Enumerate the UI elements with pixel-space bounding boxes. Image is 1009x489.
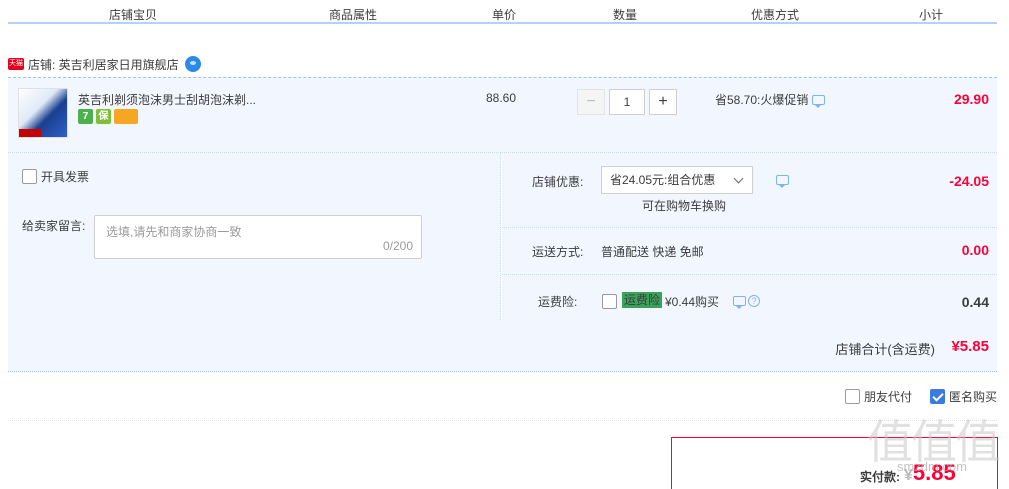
insurance-value: ¥0.44购买: [665, 295, 720, 309]
insurance-row: 运费险: 运费险 ¥0.44购买 ? 0.44: [502, 275, 997, 320]
insurance-tag: 运费险: [622, 292, 663, 308]
anonymous-checkbox[interactable]: [929, 389, 945, 404]
seller-message-counter: 0/200: [382, 239, 413, 253]
shop-name[interactable]: 店铺: 英吉利居家日用旗舰店: [28, 56, 179, 73]
credit-card-icon[interactable]: [114, 109, 138, 124]
pay-summary-box: 实付款: ¥5.85: [671, 437, 998, 489]
seller-message-input[interactable]: 选填,请先和商家协商一致 0/200: [94, 215, 422, 259]
shop-total-amount: ¥5.85: [951, 338, 989, 355]
quantity-input[interactable]: 1: [609, 89, 645, 115]
shop-discount-select[interactable]: 省24.05元:组合优惠: [601, 166, 753, 194]
item-promotion: 省58.70:火爆促销: [715, 91, 826, 108]
insurance-amount: 0.44: [961, 294, 989, 310]
friend-pay-option[interactable]: 朋友代付: [844, 388, 912, 405]
col-subtotal: 小计: [918, 8, 944, 22]
quantity-increase-button[interactable]: +: [649, 89, 677, 115]
shop-discount-label: 店铺优惠:: [532, 175, 584, 189]
order-options-left: 开具发票 给卖家留言: 选填,请先和商家协商一致 0/200: [8, 153, 501, 320]
payment-extras: 朋友代付 匿名购买: [844, 388, 997, 405]
shop-discount-selected: 省24.05元:组合优惠: [610, 173, 716, 187]
product-thumbnail[interactable]: [18, 88, 68, 138]
cart-item-row: 英吉利剃须泡沫男士刮胡泡沫剃... 7 保 88.60 − 1 + 省58.70…: [8, 77, 997, 153]
shop-discount-row: 店铺优惠: 省24.05元:组合优惠 可在购物车换购 -24.05: [502, 153, 997, 228]
anonymous-option[interactable]: 匿名购买: [929, 388, 997, 405]
cart-column-header: 店铺宝贝 商品属性 单价 数量 优惠方式 小计: [8, 0, 997, 24]
divider: [8, 420, 997, 421]
friend-pay-label: 朋友代付: [863, 390, 912, 404]
insurance-label: 运费险:: [538, 295, 578, 309]
help-icon[interactable]: ?: [748, 295, 760, 307]
item-promotion-text: 省58.70:火爆促销: [715, 93, 809, 107]
quantity-stepper: − 1 +: [577, 89, 677, 115]
insurance-comment-icon[interactable]: [733, 296, 746, 309]
col-unit-price: 单价: [491, 8, 517, 22]
shop-total-bar: 店铺合计(含运费) ¥5.85: [8, 320, 997, 372]
shop-discount-note[interactable]: 可在购物车换购: [642, 197, 726, 214]
col-attributes: 商品属性: [328, 8, 378, 22]
seven-day-return-icon[interactable]: 7: [78, 109, 93, 124]
unit-price: 88.60: [486, 91, 517, 105]
product-title[interactable]: 英吉利剃须泡沫男士刮胡泡沫剃...: [78, 91, 256, 108]
col-shop-item: 店铺宝贝: [108, 8, 158, 22]
discount-comment-icon[interactable]: [776, 175, 789, 188]
seller-message-label: 给卖家留言:: [22, 219, 86, 233]
anonymous-label: 匿名购买: [948, 390, 997, 404]
shipping-row: 运送方式: 普通配送 快递 免邮 0.00: [502, 228, 997, 275]
order-options-right: 店铺优惠: 省24.05元:组合优惠 可在购物车换购 -24.05 运送方式: …: [502, 153, 997, 320]
wangwang-chat-icon[interactable]: [184, 56, 201, 72]
shipping-label: 运送方式:: [532, 245, 584, 259]
guarantee-icon[interactable]: 保: [96, 109, 111, 124]
item-subtotal: 29.90: [953, 91, 989, 107]
friend-pay-checkbox[interactable]: [844, 389, 860, 404]
pay-amount-value: 5.85: [912, 460, 956, 485]
shop-discount-amount: -24.05: [949, 173, 989, 189]
shop-line: 天猫 店铺: 英吉利居家日用旗舰店: [8, 54, 201, 74]
col-promotion: 优惠方式: [750, 8, 800, 22]
insurance-checkbox[interactable]: [602, 294, 617, 309]
pay-label: 实付款:: [860, 470, 900, 484]
invoice-checkbox[interactable]: [22, 169, 37, 184]
order-options: 开具发票 给卖家留言: 选填,请先和商家协商一致 0/200 店铺优惠: 省24…: [8, 153, 997, 320]
seller-message-placeholder: 选填,请先和商家协商一致: [106, 225, 242, 239]
invoice-option[interactable]: 开具发票: [22, 168, 89, 185]
shipping-value: 普通配送 快递 免邮: [601, 245, 704, 259]
shop-total-label: 店铺合计(含运费): [835, 342, 935, 357]
promotion-comment-icon[interactable]: [812, 94, 826, 108]
tmall-badge-icon: 天猫: [8, 58, 24, 70]
invoice-label: 开具发票: [41, 170, 90, 184]
pay-amount: ¥5.85: [904, 460, 956, 486]
chevron-down-icon: [733, 173, 744, 184]
quantity-decrease-button[interactable]: −: [577, 89, 605, 115]
shipping-amount: 0.00: [961, 242, 989, 258]
col-quantity: 数量: [612, 8, 638, 22]
pay-currency: ¥: [904, 467, 913, 484]
service-icons: 7 保: [78, 109, 138, 124]
